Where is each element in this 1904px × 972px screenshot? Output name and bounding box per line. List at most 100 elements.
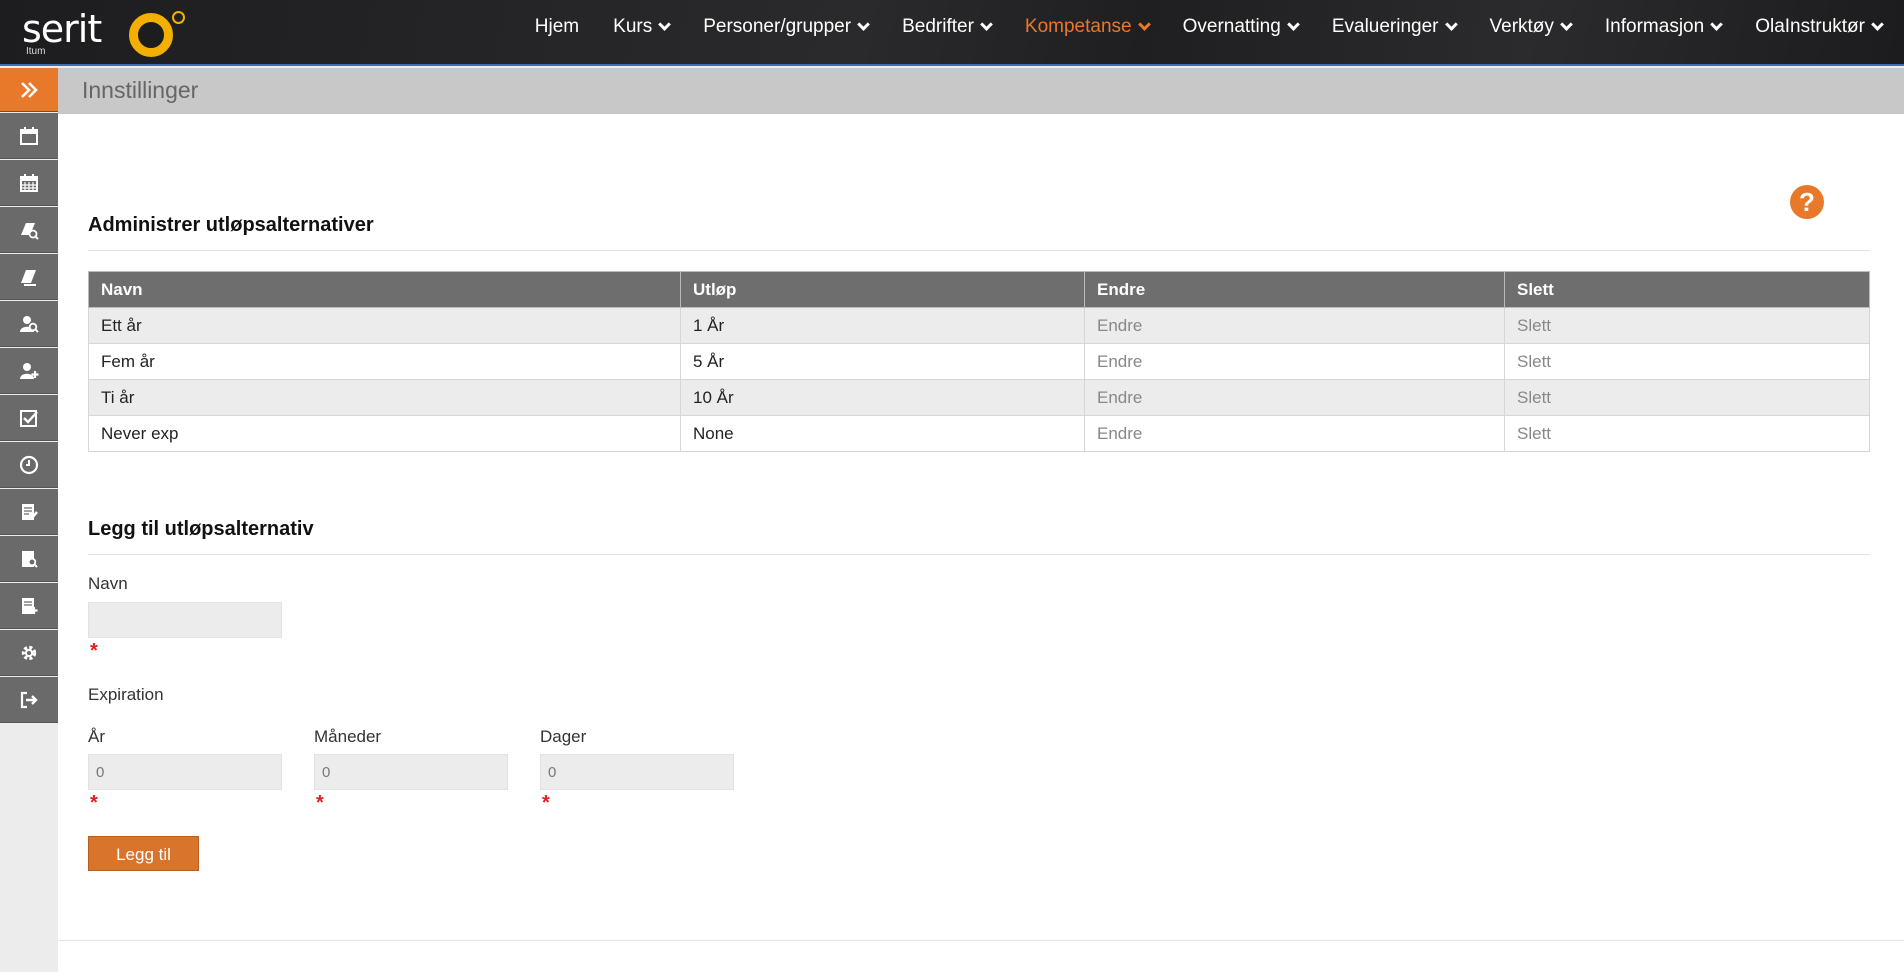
- course-search-icon: [21, 222, 39, 240]
- edit-link[interactable]: Endre: [1084, 343, 1505, 380]
- sidebar-item-calendar-grid[interactable]: [0, 160, 58, 206]
- table-row: Ti år 10 År Endre Slett: [88, 379, 1870, 416]
- column-header-slett: Slett: [1504, 271, 1870, 308]
- expiration-label: Expiration: [88, 685, 164, 704]
- logo-subtext: Itum: [26, 46, 46, 57]
- sidebar-item-course-search[interactable]: [0, 207, 58, 253]
- nav-item-evalueringer[interactable]: Evalueringer: [1331, 16, 1458, 38]
- sidebar-item-settings[interactable]: [0, 630, 58, 676]
- nav-item-verktoy[interactable]: Verktøy: [1489, 16, 1573, 38]
- expiry-options-table: Navn Utløp Endre Slett Ett år 1 År Endre…: [88, 271, 1870, 452]
- sidebar-item-document-add[interactable]: [0, 583, 58, 629]
- column-header-utlop: Utløp: [680, 271, 1085, 308]
- serit-logo[interactable]: serit Itum: [22, 7, 185, 58]
- edit-link[interactable]: Endre: [1084, 379, 1505, 416]
- sidebar-item-person-search[interactable]: [0, 301, 58, 347]
- column-header-navn: Navn: [88, 271, 681, 308]
- document-search-icon: [22, 550, 38, 568]
- footer-area: [58, 940, 1904, 972]
- sidebar-item-course-edit[interactable]: [0, 254, 58, 300]
- nav-item-hjem[interactable]: Hjem: [535, 16, 579, 38]
- nav-item-informasjon[interactable]: Informasjon: [1604, 16, 1724, 38]
- logo-ring-icon: [129, 13, 173, 57]
- top-navbar: serit Itum Hjem Kurs Personer/grupper Be…: [0, 0, 1904, 66]
- gear-icon: [21, 645, 37, 660]
- chevron-down-icon: [980, 17, 993, 31]
- nav-label: Informasjon: [1604, 16, 1705, 37]
- sidebar-item-document-edit[interactable]: [0, 489, 58, 535]
- edit-link[interactable]: Endre: [1084, 307, 1505, 344]
- sidebar-item-calendar[interactable]: [0, 113, 58, 159]
- name-label: Navn: [88, 574, 128, 593]
- expiry-options-heading: Administrer utløpsalternativer: [88, 214, 374, 236]
- cell-expiry: 1 År: [680, 307, 1085, 344]
- years-input[interactable]: [88, 754, 282, 790]
- help-icon[interactable]: ?: [1790, 185, 1824, 219]
- name-input[interactable]: [88, 602, 282, 638]
- sidebar-item-document-search[interactable]: [0, 536, 58, 582]
- nav-item-bedrifter[interactable]: Bedrifter: [902, 16, 993, 38]
- sidebar-expand-button[interactable]: [0, 68, 58, 112]
- chevron-down-icon: [1137, 17, 1151, 31]
- calendar-grid-icon: [20, 173, 38, 192]
- sidebar-item-logout[interactable]: [0, 677, 58, 723]
- chevron-down-icon: [658, 17, 672, 31]
- delete-link[interactable]: Slett: [1504, 415, 1870, 452]
- nav-label: Overnatting: [1182, 16, 1281, 37]
- sidebar-item-checklist[interactable]: [0, 395, 58, 441]
- days-label: Dager: [540, 727, 587, 746]
- required-marker: *: [90, 792, 98, 814]
- nav-label: Kurs: [613, 16, 653, 37]
- nav-label: Kompetanse: [1024, 16, 1132, 37]
- sidebar-item-add-person[interactable]: [0, 348, 58, 394]
- delete-link[interactable]: Slett: [1504, 379, 1870, 416]
- person-search-icon: [20, 315, 39, 333]
- nav-item-kurs[interactable]: Kurs: [613, 16, 672, 38]
- required-marker: *: [90, 640, 98, 662]
- divider: [88, 554, 1870, 555]
- table-row: Ett år 1 År Endre Slett: [88, 307, 1870, 344]
- document-edit-icon: [22, 503, 38, 520]
- nav-item-overnatting[interactable]: Overnatting: [1182, 16, 1300, 38]
- chevron-down-icon: [1871, 17, 1884, 31]
- months-label: Måneder: [314, 727, 382, 746]
- chevron-down-icon: [1560, 17, 1573, 31]
- table-row: Never exp None Endre Slett: [88, 415, 1870, 452]
- chevron-down-icon: [1286, 17, 1300, 31]
- clock-icon: [19, 455, 39, 474]
- years-label: År: [88, 727, 105, 746]
- column-header-endre: Endre: [1084, 271, 1505, 308]
- main-content: ? Administrer utløpsalternativer Navn Ut…: [58, 114, 1904, 940]
- page-header: Innstillinger: [58, 68, 1904, 114]
- required-marker: *: [542, 792, 550, 814]
- edit-link[interactable]: Endre: [1084, 415, 1505, 452]
- required-marker: *: [316, 792, 324, 814]
- delete-link[interactable]: Slett: [1504, 343, 1870, 380]
- chevron-down-icon: [1444, 17, 1458, 31]
- document-add-icon: [22, 597, 38, 614]
- nav-label: Evalueringer: [1331, 16, 1439, 37]
- days-input[interactable]: [540, 754, 734, 790]
- logout-icon: [20, 691, 38, 708]
- cell-expiry: 10 År: [680, 379, 1085, 416]
- table-row: Fem år 5 År Endre Slett: [88, 343, 1870, 380]
- nav-label: Verktøy: [1489, 16, 1554, 37]
- sidebar-item-clock[interactable]: [0, 442, 58, 488]
- course-edit-icon: [21, 269, 36, 286]
- logo-dot-icon: [172, 11, 185, 24]
- months-input[interactable]: [314, 754, 508, 790]
- add-person-icon: [20, 362, 39, 379]
- add-button[interactable]: Legg til: [88, 836, 199, 871]
- cell-name: Ti år: [88, 379, 681, 416]
- divider: [88, 250, 1870, 251]
- nav-item-user-menu[interactable]: OlaInstruktør: [1755, 16, 1884, 38]
- logo-text: serit: [22, 7, 102, 51]
- checkbox-icon: [20, 409, 38, 427]
- nav-item-kompetanse[interactable]: Kompetanse: [1024, 16, 1151, 38]
- table-header-row: Navn Utløp Endre Slett: [88, 271, 1870, 308]
- calendar-icon: [20, 126, 38, 145]
- chevron-down-icon: [857, 17, 870, 31]
- nav-item-personer-grupper[interactable]: Personer/grupper: [703, 16, 870, 38]
- cell-name: Ett år: [88, 307, 681, 344]
- delete-link[interactable]: Slett: [1504, 307, 1870, 344]
